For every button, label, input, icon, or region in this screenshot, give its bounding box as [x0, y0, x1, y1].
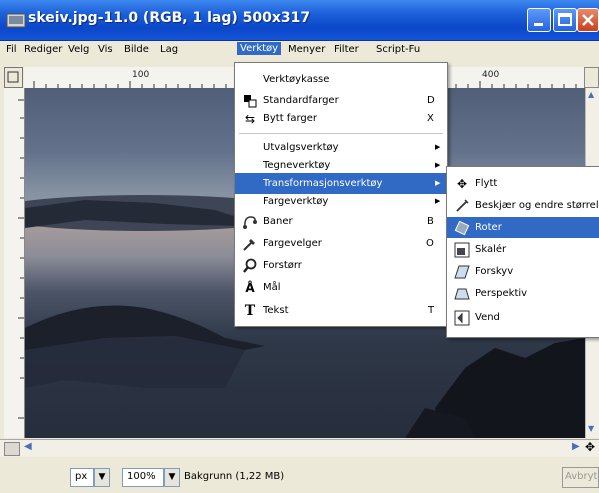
menu-item-forstorr[interactable]: Forstørr: [235, 255, 447, 276]
submenu-item-flytt[interactable]: ✥ Flytt: [447, 173, 599, 194]
close-button[interactable]: [577, 8, 599, 32]
move-icon: ✥: [456, 177, 468, 191]
cancel-button[interactable]: Avbryt: [562, 467, 599, 488]
title-bar[interactable]: skeiv.jpg-11.0 (RGB, 1 lag) 500x317: [0, 0, 599, 41]
menu-bilde[interactable]: Bilde: [124, 44, 149, 55]
menu-fil[interactable]: Fil: [6, 44, 17, 55]
menu-item-fargeverktoy[interactable]: Fargeverktøy ▶: [235, 191, 447, 212]
menu-item-mal[interactable]: Å Mål: [235, 277, 447, 298]
menu-item-tekst[interactable]: T Tekst T: [235, 300, 447, 321]
shear-icon: [454, 264, 470, 280]
scale-icon: [454, 242, 470, 258]
quick-mask-toggle[interactable]: [4, 67, 23, 88]
submenu-item-beskjaer[interactable]: Beskjær og endre størrelse: [447, 195, 599, 216]
scroll-up-icon[interactable]: ▲: [588, 90, 598, 100]
menu-rediger[interactable]: Rediger: [24, 44, 62, 55]
transform-submenu: ✥ Flytt Beskjær og endre størrelse Roter…: [446, 166, 599, 338]
horizontal-scrollbar[interactable]: ◀ ▶ ✥: [0, 439, 599, 458]
submenu-item-vend[interactable]: Vend: [447, 307, 599, 328]
menu-bar: Fil Rediger Velg Vis Bilde Lag Verktøy M…: [0, 41, 599, 61]
maximize-button[interactable]: [553, 8, 577, 32]
menu-separator: [239, 133, 443, 134]
color-picker-icon: [242, 236, 258, 252]
flip-icon: [454, 310, 470, 326]
menu-item-bytt-farger[interactable]: ⇆ Bytt farger X: [235, 108, 447, 129]
menu-item-fargevelger[interactable]: Fargevelger O: [235, 233, 447, 254]
menu-menyer[interactable]: Menyer: [288, 44, 325, 55]
tools-menu: Verktøykasse Standardfarger D ⇆ Bytt far…: [234, 62, 448, 327]
maximize-icon: [558, 13, 572, 26]
magnifier-icon: [242, 258, 258, 274]
swap-colors-icon: ⇆: [244, 112, 256, 126]
status-bar: px ▼ 100% ▼ Bakgrunn (1,22 MB) Avbryt: [0, 457, 599, 493]
unit-dropdown-icon[interactable]: ▼: [94, 468, 110, 487]
crop-icon: [454, 198, 470, 214]
close-icon: [582, 14, 594, 26]
menu-vis[interactable]: Vis: [98, 44, 113, 55]
perspective-icon: [454, 286, 470, 302]
vruler-ticks: [18, 99, 24, 419]
zoom-on-resize-toggle[interactable]: [584, 67, 599, 88]
menu-script-fu[interactable]: Script-Fu: [376, 44, 420, 55]
text-tool-icon: T: [244, 303, 256, 319]
menu-item-verktoykasse[interactable]: Verktøykasse: [235, 69, 447, 90]
ruler-label-400: 400: [482, 70, 500, 80]
rotate-icon: [454, 220, 470, 236]
zoom-dropdown-icon[interactable]: ▼: [164, 468, 180, 487]
submenu-item-roter[interactable]: Roter: [447, 217, 599, 238]
submenu-arrow-icon: ▶: [435, 197, 441, 205]
measure-icon: Å: [245, 281, 255, 295]
zoom-select[interactable]: 100%: [122, 468, 164, 487]
scroll-down-icon[interactable]: ▼: [588, 424, 598, 434]
layer-info: Bakgrunn (1,22 MB): [184, 471, 285, 482]
pointer-icon: [7, 71, 19, 83]
navigation-cross-icon[interactable]: ✥: [585, 440, 595, 454]
minimize-button[interactable]: [527, 8, 551, 32]
submenu-item-forskyv[interactable]: Forskyv: [447, 261, 599, 282]
menu-velg[interactable]: Velg: [68, 44, 89, 55]
scroll-right-icon[interactable]: ▶: [572, 441, 580, 452]
ruler-label-100: 100: [132, 70, 150, 80]
unit-select[interactable]: px: [70, 468, 94, 487]
gimp-app-icon: [6, 13, 26, 28]
paths-icon: [242, 214, 258, 230]
menu-verktoy[interactable]: Verktøy: [237, 42, 282, 55]
vertical-ruler[interactable]: [4, 88, 25, 438]
menu-item-baner[interactable]: Baner B: [235, 211, 447, 232]
minimize-icon: [534, 23, 543, 26]
window-title: skeiv.jpg-11.0 (RGB, 1 lag) 500x317: [28, 10, 311, 26]
scroll-left-icon[interactable]: ◀: [24, 441, 32, 452]
menu-filter[interactable]: Filter: [334, 44, 359, 55]
menu-lag[interactable]: Lag: [160, 44, 178, 55]
submenu-item-perspektiv[interactable]: Perspektiv: [447, 283, 599, 304]
navigate-icon[interactable]: [4, 442, 20, 456]
default-colors-icon: [242, 93, 258, 109]
submenu-item-skaler[interactable]: Skalér: [447, 239, 599, 260]
